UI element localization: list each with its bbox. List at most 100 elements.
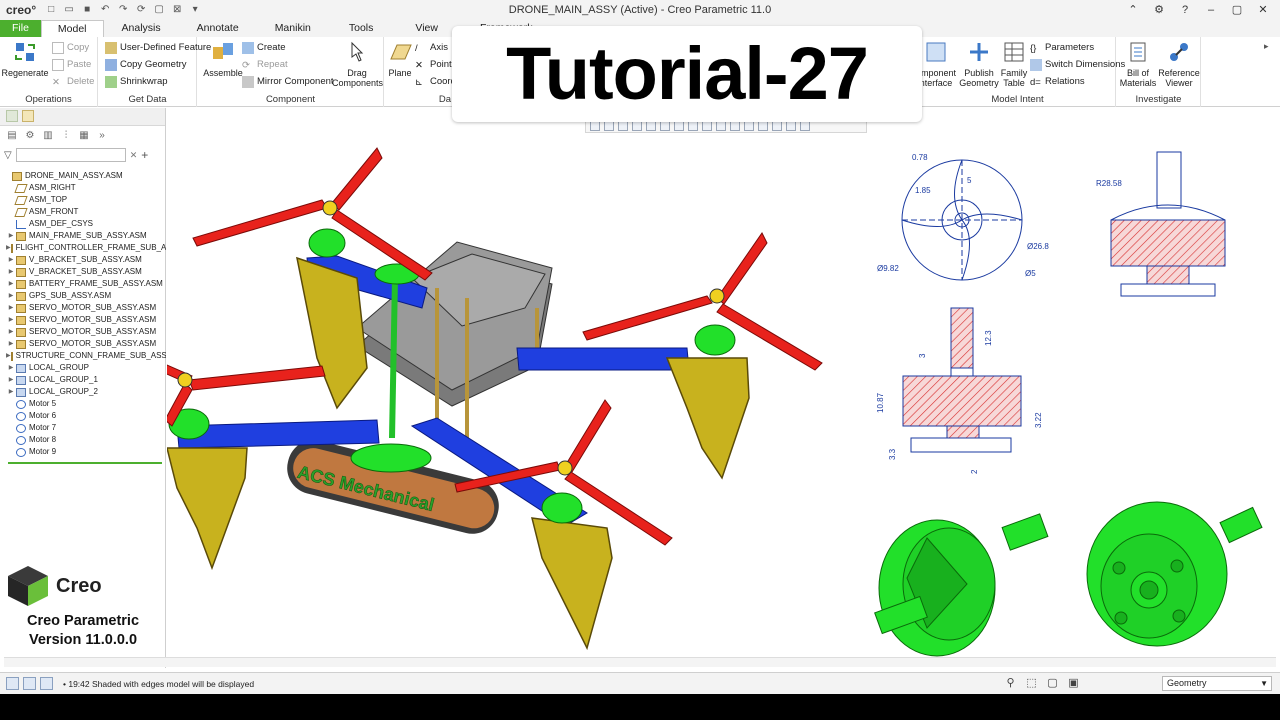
ribbon-toggle-icon[interactable]: ⌃ xyxy=(1120,0,1146,20)
udf-button[interactable]: User-Defined Feature xyxy=(105,41,211,55)
model-tree-item[interactable]: ▶ GPS_SUB_ASSY.ASM xyxy=(0,290,166,302)
model-tree-item[interactable]: Motor 9 xyxy=(0,446,166,458)
group-label-datum[interactable]: Da xyxy=(385,94,455,105)
tree-insert-indicator[interactable] xyxy=(8,462,162,464)
customize-qat-icon[interactable]: ▾ xyxy=(188,4,202,16)
help-icon[interactable]: ? xyxy=(1172,0,1198,20)
coord-button[interactable]: ⊾ Coord xyxy=(415,75,456,89)
plane-display-icon[interactable] xyxy=(744,120,754,131)
v-bracket-front-right[interactable] xyxy=(665,357,750,480)
assemble-button[interactable]: Assemble xyxy=(198,39,248,78)
tab-analysis[interactable]: Analysis xyxy=(104,20,179,37)
refit-icon[interactable] xyxy=(590,120,600,131)
minimize-icon[interactable]: – xyxy=(1198,0,1224,20)
annotation-display-icon[interactable] xyxy=(716,120,726,131)
v-bracket-rear-left[interactable] xyxy=(166,447,248,571)
model-tree-item[interactable]: ASM_TOP xyxy=(0,194,166,206)
model-tree-item[interactable]: Motor 5 xyxy=(0,398,166,410)
chevron-right-icon[interactable]: ▶ xyxy=(6,314,16,326)
windows-icon[interactable]: ▢ xyxy=(152,4,166,16)
repeat-button[interactable]: ⟳ Repeat xyxy=(242,58,288,72)
model-tree-item[interactable]: ▶ SERVO_MOTOR_SUB_ASSY.ASM xyxy=(0,302,166,314)
undo-icon[interactable]: ↶ xyxy=(98,4,112,16)
datum-display-icon[interactable] xyxy=(702,120,712,131)
tree-show-icon[interactable]: ▦ xyxy=(78,130,90,142)
selection-filter-dropdown[interactable]: Geometry ▼ xyxy=(1162,676,1272,691)
regenerate-small-icon[interactable]: ⟳ xyxy=(134,4,148,16)
model-tree-item[interactable]: ASM_DEF_CSYS xyxy=(0,218,166,230)
tab-tools[interactable]: Tools xyxy=(329,20,394,37)
view-manager-icon[interactable] xyxy=(674,120,684,131)
parameters-button[interactable]: {} Parameters xyxy=(1030,41,1094,55)
tree-settings-icon[interactable]: ⚙ xyxy=(24,130,36,142)
model-tree-item[interactable]: ▶ MAIN_FRAME_SUB_ASSY.ASM xyxy=(0,230,166,242)
tab-annotate[interactable]: Annotate xyxy=(179,20,257,37)
tab-file[interactable]: File xyxy=(0,20,41,37)
mirror-component-button[interactable]: Mirror Component xyxy=(242,75,334,89)
tab-model[interactable]: Model xyxy=(40,20,104,37)
saved-orientations-icon[interactable] xyxy=(660,120,670,131)
csys-display-icon[interactable] xyxy=(786,120,796,131)
settings-icon[interactable]: ⚙ xyxy=(1146,0,1172,20)
model-tree-item[interactable]: ▶ SERVO_MOTOR_SUB_ASSY.ASM xyxy=(0,326,166,338)
delete-button[interactable]: ✕ Delete xyxy=(52,75,94,89)
chevron-right-icon[interactable]: ▶ xyxy=(6,278,16,290)
tree-search-input[interactable] xyxy=(15,148,126,162)
axis-button[interactable]: / Axis xyxy=(415,41,448,55)
bill-of-materials-button[interactable]: Bill of Materials xyxy=(1117,39,1159,88)
motor-front-right[interactable] xyxy=(694,324,736,356)
graphics-window[interactable]: ACS Mechanical 0.78 1.85 5 Ø9.82 Ø26.8 Ø… xyxy=(96,108,1280,668)
model-tree-item[interactable]: ▶ LOCAL_GROUP_1 xyxy=(0,374,166,386)
horizontal-scrollbar[interactable] xyxy=(4,657,1276,667)
toggle-browser-icon[interactable] xyxy=(23,677,36,690)
model-tree-item[interactable]: ▶ SERVO_MOTOR_SUB_ASSY.ASM xyxy=(0,314,166,326)
maximize-icon[interactable]: ▢ xyxy=(1224,0,1250,20)
model-tree-item[interactable]: ASM_FRONT xyxy=(0,206,166,218)
axis-display-icon[interactable] xyxy=(758,120,768,131)
model-tree-item[interactable]: Motor 6 xyxy=(0,410,166,422)
create-button[interactable]: Create xyxy=(242,41,286,55)
full-screen-icon[interactable] xyxy=(40,677,53,690)
chevron-right-icon[interactable]: ▶ xyxy=(6,362,16,374)
redo-icon[interactable]: ↷ xyxy=(116,4,130,16)
drone-assembly[interactable]: ACS Mechanical xyxy=(96,147,823,651)
switch-dimensions-button[interactable]: Switch Dimensions xyxy=(1030,58,1125,72)
model-tree-item[interactable]: ▶ V_BRACKET_SUB_ASSY.ASM xyxy=(0,254,166,266)
group-label-component[interactable]: Component xyxy=(198,94,383,105)
save-icon[interactable]: ■ xyxy=(80,4,94,16)
chevron-right-icon[interactable]: ▶ xyxy=(6,254,16,266)
arm-front-right[interactable] xyxy=(516,347,690,371)
model-tree-item[interactable]: Motor 7 xyxy=(0,422,166,434)
spin-center-icon[interactable] xyxy=(730,120,740,131)
pause-icon[interactable] xyxy=(800,120,810,131)
ribbon-overflow-icon[interactable]: ▸ xyxy=(1264,41,1274,51)
model-tree-tab-icon[interactable] xyxy=(6,110,18,122)
find-icon[interactable]: ⚲ xyxy=(1004,677,1017,690)
tab-view[interactable]: View xyxy=(393,20,460,37)
add-filter-icon[interactable]: + xyxy=(141,148,148,162)
paste-button[interactable]: Paste xyxy=(52,58,91,72)
group-label-get-data[interactable]: Get Data xyxy=(99,94,196,105)
model-tree-item[interactable]: ▶ BATTERY_FRAME_SUB_ASSY.ASM xyxy=(0,278,166,290)
drawing-view-section[interactable] xyxy=(902,307,1022,453)
drag-components-button[interactable]: Drag Components xyxy=(332,39,383,88)
gps-base[interactable] xyxy=(350,443,432,473)
folder-browser-tab-icon[interactable] xyxy=(22,110,34,122)
display-style-icon[interactable] xyxy=(646,120,656,131)
group-label-model-intent[interactable]: Model Intent xyxy=(920,94,1115,105)
copy-button[interactable]: Copy xyxy=(52,41,89,55)
chevron-right-icon[interactable]: ▶ xyxy=(6,290,16,302)
close-icon[interactable]: ✕ xyxy=(1250,0,1276,20)
regenerate-button[interactable]: Regenerate xyxy=(0,39,50,78)
filter-funnel-icon[interactable]: ▽ xyxy=(4,150,12,161)
model-tree-item[interactable]: ▶ FLIGHT_CONTROLLER_FRAME_SUB_A xyxy=(0,242,166,254)
chevron-right-icon[interactable]: ▶ xyxy=(6,338,16,350)
relations-button[interactable]: d= Relations xyxy=(1030,75,1085,89)
tab-manikin[interactable]: Manikin xyxy=(257,20,329,37)
zoom-out-icon[interactable] xyxy=(618,120,628,131)
close-window-icon[interactable]: ⊠ xyxy=(170,4,184,16)
chevron-right-icon[interactable]: ▶ xyxy=(6,386,16,398)
model-tree-item[interactable]: ▶ STRUCTURE_CONN_FRAME_SUB_ASSY xyxy=(0,350,166,362)
v-bracket-rear-right[interactable] xyxy=(531,517,613,651)
motor-part-rear-view[interactable] xyxy=(1086,501,1263,647)
